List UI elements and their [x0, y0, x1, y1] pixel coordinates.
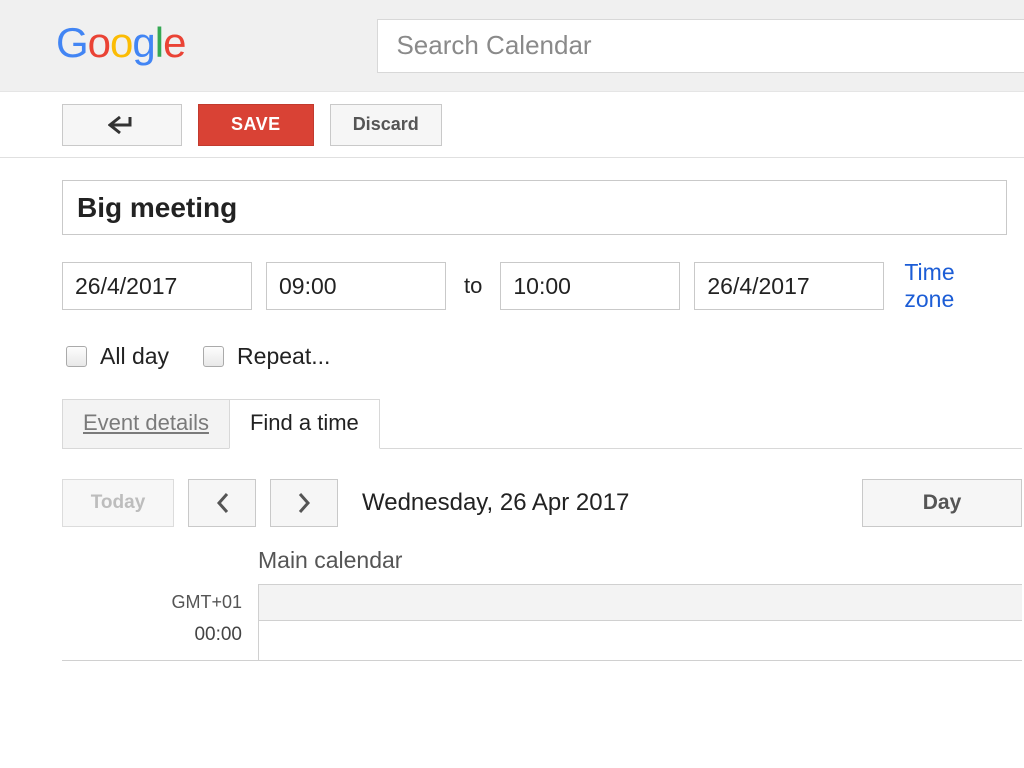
next-day-button[interactable]: [270, 479, 338, 527]
calendar-grid: Main calendar GMT+01 00:00: [62, 547, 1022, 661]
save-button[interactable]: SAVE: [198, 104, 314, 146]
timezone-gutter-label: GMT+01: [62, 584, 258, 620]
tab-find-a-time[interactable]: Find a time: [229, 399, 380, 449]
chevron-right-icon: [298, 492, 311, 514]
all-day-checkbox[interactable]: [66, 346, 87, 367]
repeat-label: Repeat...: [237, 343, 330, 370]
action-bar: SAVE Discard: [0, 92, 1024, 158]
calendar-time-slot[interactable]: [258, 620, 1022, 660]
discard-button[interactable]: Discard: [330, 104, 442, 146]
event-tabs: Event details Find a time: [62, 398, 1022, 449]
timezone-link[interactable]: Time zone: [904, 259, 1008, 313]
back-button[interactable]: [62, 104, 182, 146]
repeat-checkbox-wrap[interactable]: Repeat...: [199, 343, 330, 370]
prev-day-button[interactable]: [188, 479, 256, 527]
search-wrap: [377, 19, 1024, 73]
to-label: to: [460, 273, 486, 299]
calendar-allday-slot[interactable]: [258, 584, 1022, 620]
end-time-input[interactable]: [500, 262, 680, 310]
all-day-checkbox-wrap[interactable]: All day: [62, 343, 169, 370]
end-date-input[interactable]: [694, 262, 884, 310]
event-form: to Time zone All day Repeat... Event det…: [0, 158, 1024, 661]
time-slot-label: 00:00: [62, 620, 258, 660]
scheduler-date-label: Wednesday, 26 Apr 2017: [362, 489, 848, 517]
start-time-input[interactable]: [266, 262, 446, 310]
event-title-input[interactable]: [62, 180, 1007, 235]
google-logo: Google: [56, 19, 185, 73]
all-day-label: All day: [100, 343, 169, 370]
search-input[interactable]: [377, 19, 1024, 73]
calendar-column-label: Main calendar: [258, 547, 402, 584]
datetime-row: to Time zone: [62, 259, 1008, 313]
today-button[interactable]: Today: [62, 479, 174, 527]
chevron-left-icon: [216, 492, 229, 514]
start-date-input[interactable]: [62, 262, 252, 310]
back-arrow-icon: [108, 115, 136, 135]
header-bar: Google: [0, 0, 1024, 92]
tab-event-details[interactable]: Event details: [62, 399, 230, 449]
view-day-button[interactable]: Day: [862, 479, 1022, 527]
repeat-checkbox[interactable]: [203, 346, 224, 367]
scheduler-toolbar: Today Wednesday, 26 Apr 2017 Day: [62, 479, 1022, 527]
options-row: All day Repeat...: [62, 343, 1008, 370]
